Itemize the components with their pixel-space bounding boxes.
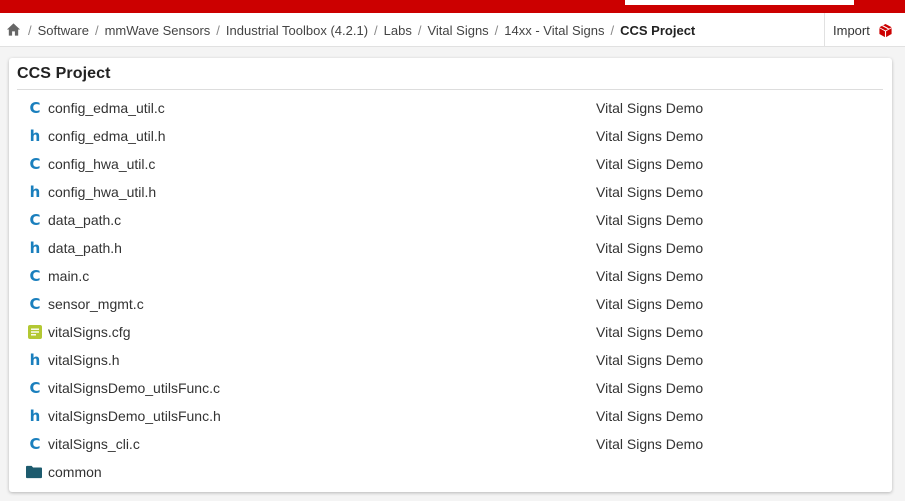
breadcrumb-separator: / — [374, 22, 378, 38]
breadcrumb-bar: / Software / mmWave Sensors / Industrial Tool… — [0, 13, 905, 47]
file-row[interactable]: Cconfig_edma_util.c Vital Signs Demo — [9, 94, 892, 122]
file-description: Vital Signs Demo — [596, 408, 704, 424]
file-name[interactable]: sensor_mgmt.c — [48, 296, 144, 312]
file-description: Vital Signs Demo — [596, 240, 704, 256]
file-name[interactable]: vitalSignsDemo_utilsFunc.h — [48, 408, 221, 424]
file-row[interactable]: Cconfig_hwa_util.c Vital Signs Demo — [9, 150, 892, 178]
folder-icon — [26, 463, 42, 481]
breadcrumb-item[interactable]: 14xx - Vital Signs — [504, 23, 604, 38]
file-name[interactable]: data_path.c — [48, 212, 121, 228]
breadcrumb-separator: / — [494, 22, 499, 38]
header-file-icon: h — [29, 351, 41, 369]
file-row[interactable]: vitalSigns.cfg Vital Signs Demo — [9, 318, 892, 346]
file-description: Vital Signs Demo — [596, 324, 704, 340]
file-name[interactable]: vitalSigns_cli.c — [48, 436, 140, 452]
breadcrumb-separator: / — [28, 22, 32, 38]
header-file-icon: h — [29, 127, 41, 145]
file-description: Vital Signs Demo — [596, 380, 704, 396]
c-source-file-icon: C — [29, 211, 41, 229]
breadcrumb: / Software / mmWave Sensors / Industrial Tool… — [28, 13, 695, 47]
c-source-file-icon: C — [29, 435, 41, 453]
c-source-file-icon: C — [29, 99, 41, 117]
file-row[interactable]: h config_edma_util.h Vital Signs Demo — [9, 122, 892, 150]
import-label: Import — [833, 22, 870, 38]
file-description: Vital Signs Demo — [596, 296, 704, 312]
breadcrumb-item[interactable]: Labs — [384, 23, 412, 38]
c-source-file-icon: C — [29, 379, 41, 397]
header-file-icon: h — [29, 183, 41, 201]
file-name[interactable]: config_hwa_util.h — [48, 184, 156, 200]
breadcrumb-separator: / — [94, 22, 99, 38]
file-row[interactable]: h data_path.h Vital Signs Demo — [9, 234, 892, 262]
file-description: Vital Signs Demo — [596, 268, 704, 284]
file-description: Vital Signs Demo — [596, 212, 704, 228]
package-icon — [879, 23, 892, 37]
file-row[interactable]: h config_hwa_util.h Vital Signs Demo — [9, 178, 892, 206]
c-source-file-icon: C — [29, 155, 41, 173]
ccs-project-panel: CCS Project Cconfig_edma_util.c Vital Sig… — [9, 58, 892, 492]
breadcrumb-separator: / — [417, 22, 422, 38]
divider — [17, 89, 883, 90]
file-name[interactable]: vitalSigns.cfg — [48, 324, 130, 340]
file-description: Vital Signs Demo — [596, 128, 704, 144]
file-row[interactable]: common — [9, 458, 892, 486]
file-row[interactable]: CvitalSigns_cli.c Vital Signs Demo — [9, 430, 892, 458]
c-source-file-icon: C — [29, 267, 41, 285]
file-description: Vital Signs Demo — [596, 184, 704, 200]
file-row[interactable]: h vitalSigns.h Vital Signs Demo — [9, 346, 892, 374]
file-row[interactable]: Cmain.c Vital Signs Demo — [9, 262, 892, 290]
breadcrumb-item[interactable]: mmWave Sensors — [105, 23, 211, 38]
breadcrumb-separator: / — [216, 22, 220, 38]
import-button[interactable]: Import — [824, 13, 905, 47]
search-field-edge[interactable] — [625, 0, 854, 5]
file-name[interactable]: config_edma_util.c — [48, 100, 165, 116]
breadcrumb-item[interactable]: Vital Signs — [427, 23, 488, 38]
file-row[interactable]: Cdata_path.c Vital Signs Demo — [9, 206, 892, 234]
file-description: Vital Signs Demo — [596, 156, 704, 172]
breadcrumb-separator: / — [610, 22, 615, 38]
file-row[interactable]: Csensor_mgmt.c Vital Signs Demo — [9, 290, 892, 318]
file-description: Vital Signs Demo — [596, 436, 704, 452]
file-name[interactable]: common — [48, 464, 102, 480]
header-file-icon: h — [29, 407, 41, 425]
file-description: Vital Signs Demo — [596, 352, 704, 368]
file-name[interactable]: data_path.h — [48, 240, 122, 256]
file-name[interactable]: vitalSigns.h — [48, 352, 120, 368]
c-source-file-icon: C — [29, 295, 41, 313]
top-brand-bar — [0, 0, 905, 13]
file-name[interactable]: main.c — [48, 268, 89, 284]
file-row[interactable]: CvitalSignsDemo_utilsFunc.c Vital Signs D… — [9, 374, 892, 402]
header-file-icon: h — [29, 239, 41, 257]
scrollbar[interactable] — [900, 47, 905, 501]
file-row[interactable]: h vitalSignsDemo_utilsFunc.h Vital Signs D… — [9, 402, 892, 430]
breadcrumb-item[interactable]: Software — [38, 23, 89, 38]
breadcrumb-current: CCS Project — [620, 22, 696, 38]
file-list: Cconfig_edma_util.c Vital Signs Demo h conf… — [9, 94, 892, 486]
panel-title: CCS Project — [17, 65, 111, 82]
breadcrumb-item[interactable]: Industrial Toolbox (4.2.1) — [226, 23, 368, 38]
home-icon[interactable] — [6, 22, 21, 37]
file-name[interactable]: vitalSignsDemo_utilsFunc.c — [48, 380, 220, 396]
config-file-icon — [27, 323, 43, 341]
file-name[interactable]: config_hwa_util.c — [48, 156, 155, 172]
file-name[interactable]: config_edma_util.h — [48, 128, 166, 144]
file-description: Vital Signs Demo — [596, 100, 704, 116]
